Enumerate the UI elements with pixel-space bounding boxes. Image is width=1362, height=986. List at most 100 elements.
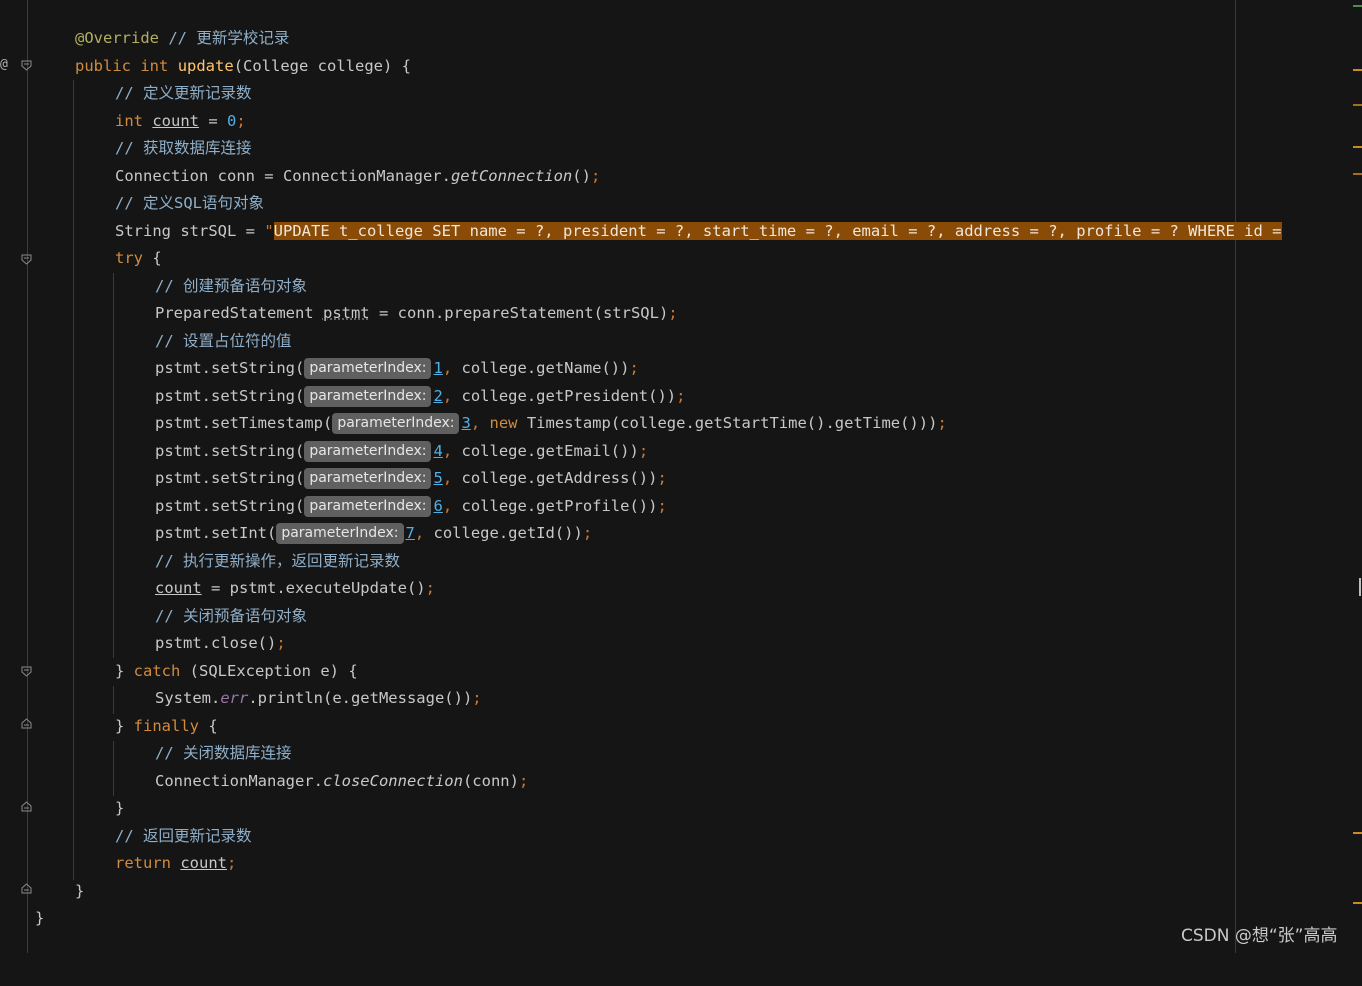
- code-line[interactable]: PreparedStatement pstmt = conn.prepareSt…: [0, 300, 1362, 327]
- scroll-marker[interactable]: [1353, 104, 1362, 106]
- parameter-hint: parameterIndex:: [304, 386, 432, 407]
- variable: pstmt: [322, 304, 370, 322]
- mouse-cursor-mark: [1359, 578, 1361, 596]
- code-line[interactable]: pstmt.setString(parameterIndex: 2, colleg…: [0, 383, 1362, 410]
- keyword: int: [140, 57, 169, 75]
- code-line[interactable]: public int update(College college) {: [0, 53, 1362, 80]
- keyword: return: [115, 854, 171, 872]
- code-text: (): [572, 167, 591, 185]
- number-literal: 0: [227, 112, 237, 130]
- semicolon: ;: [227, 854, 237, 872]
- code-text: }: [75, 882, 85, 900]
- scroll-marker[interactable]: [1353, 5, 1362, 7]
- scroll-marker[interactable]: [1353, 146, 1362, 148]
- comma: ,: [442, 359, 453, 377]
- code-text: {: [143, 249, 162, 267]
- code-text: Timestamp(college.getStartTime().getTime…: [517, 414, 938, 432]
- parameter-hint: parameterIndex:: [304, 468, 432, 489]
- semicolon: ;: [657, 497, 667, 515]
- code-line[interactable]: // 设置占位符的值: [0, 328, 1362, 355]
- semicolon: ;: [236, 112, 246, 130]
- code-line[interactable]: System.err.println(e.getMessage());: [0, 685, 1362, 712]
- code-line[interactable]: int count = 0;: [0, 108, 1362, 135]
- code-text: (SQLException e) {: [180, 662, 358, 680]
- code-line[interactable]: Connection conn = ConnectionManager.getC…: [0, 163, 1362, 190]
- code-text: ConnectionManager.: [155, 772, 323, 790]
- comment: // 关闭预备语句对象: [155, 607, 307, 625]
- scroll-marker[interactable]: [1353, 902, 1362, 904]
- string-quote: ": [264, 222, 274, 240]
- code-line[interactable]: // 返回更新记录数: [0, 823, 1362, 850]
- code-line[interactable]: // 关闭预备语句对象: [0, 603, 1362, 630]
- keyword: finally: [133, 717, 199, 735]
- semicolon: ;: [638, 442, 649, 460]
- watermark: CSDN @想“张”高高: [1181, 926, 1338, 946]
- code-line[interactable]: return count;: [0, 850, 1362, 877]
- code-line[interactable]: count = pstmt.executeUpdate();: [0, 575, 1362, 602]
- comment: // 返回更新记录数: [115, 827, 252, 845]
- semicolon: ;: [425, 579, 435, 597]
- code-text: pstmt.close(): [155, 634, 277, 652]
- code-line[interactable]: pstmt.setString(parameterIndex: 5, colleg…: [0, 465, 1362, 492]
- code-text: pstmt.setString(: [155, 387, 305, 405]
- code-line[interactable]: @Override // 更新学校记录: [0, 25, 1362, 52]
- static-field: err: [220, 689, 249, 707]
- code-text: }: [115, 717, 134, 735]
- code-line[interactable]: ConnectionManager.closeConnection(conn);: [0, 768, 1362, 795]
- code-line[interactable]: pstmt.setString(parameterIndex: 1, colleg…: [0, 355, 1362, 382]
- code-line[interactable]: }: [0, 878, 1362, 905]
- code-line[interactable]: pstmt.setInt(parameterIndex: 7, college.g…: [0, 520, 1362, 547]
- code-line[interactable]: }: [0, 905, 1362, 932]
- keyword: public: [75, 57, 131, 75]
- code-text: .println(e.getMessage()): [248, 689, 473, 707]
- code-line[interactable]: // 获取数据库连接: [0, 135, 1362, 162]
- code-line[interactable]: } finally {: [0, 713, 1362, 740]
- code-editor[interactable]: @ @Override // 更新学校记录 public int update(…: [0, 0, 1362, 953]
- code-line[interactable]: // 创建预备语句对象: [0, 273, 1362, 300]
- code-line[interactable]: }: [0, 795, 1362, 822]
- number-literal: 2: [433, 387, 443, 405]
- semicolon: ;: [518, 772, 529, 790]
- code-line[interactable]: // 执行更新操作，返回更新记录数: [0, 548, 1362, 575]
- code-text: college.getProfile()): [452, 497, 658, 515]
- code-line[interactable]: pstmt.close();: [0, 630, 1362, 657]
- scroll-marker[interactable]: [1353, 69, 1362, 71]
- code-line[interactable]: // 定义更新记录数: [0, 80, 1362, 107]
- code-line[interactable]: // 关闭数据库连接: [0, 740, 1362, 767]
- comment: // 定义SQL语句对象: [115, 194, 264, 212]
- code-line[interactable]: // 定义SQL语句对象: [0, 190, 1362, 217]
- code-line[interactable]: pstmt.setString(parameterIndex: 4, colleg…: [0, 438, 1362, 465]
- parameter-hint: parameterIndex:: [304, 441, 432, 462]
- code-text: String strSQL =: [115, 222, 265, 240]
- code-line[interactable]: } catch (SQLException e) {: [0, 658, 1362, 685]
- code-text: System.: [155, 689, 221, 707]
- semicolon: ;: [657, 469, 667, 487]
- code-text: =: [199, 112, 228, 130]
- code-text: {: [199, 717, 218, 735]
- semicolon: ;: [472, 689, 482, 707]
- code-text: = pstmt.executeUpdate(): [201, 579, 426, 597]
- static-method: closeConnection: [322, 772, 463, 790]
- code-text: = conn.prepareStatement(strSQL): [369, 304, 669, 322]
- comment: // 获取数据库连接: [115, 139, 252, 157]
- comment: // 关闭数据库连接: [155, 744, 292, 762]
- comma: ,: [442, 442, 453, 460]
- code-text: college.getEmail()): [452, 442, 639, 460]
- number-literal: 5: [433, 469, 443, 487]
- code-line[interactable]: pstmt.setString(parameterIndex: 6, colleg…: [0, 493, 1362, 520]
- code-line[interactable]: String strSQL = "UPDATE t_college SET na…: [0, 218, 1362, 245]
- code-line[interactable]: try {: [0, 245, 1362, 272]
- code-text: pstmt.setString(: [155, 497, 305, 515]
- scroll-marker[interactable]: [1353, 832, 1362, 834]
- code-text: pstmt.setInt(: [155, 524, 277, 542]
- static-method: getConnection: [450, 167, 573, 185]
- semicolon: ;: [276, 634, 286, 652]
- code-line[interactable]: pstmt.setTimestamp(parameterIndex: 3, new…: [0, 410, 1362, 437]
- scroll-marker[interactable]: [1353, 173, 1362, 175]
- code-text: pstmt.setString(: [155, 442, 305, 460]
- comma: ,: [442, 387, 453, 405]
- comment: // 更新学校记录: [159, 29, 290, 47]
- parameter-hint: parameterIndex:: [276, 523, 404, 544]
- code-text: }: [35, 909, 45, 927]
- number-literal: 7: [405, 524, 415, 542]
